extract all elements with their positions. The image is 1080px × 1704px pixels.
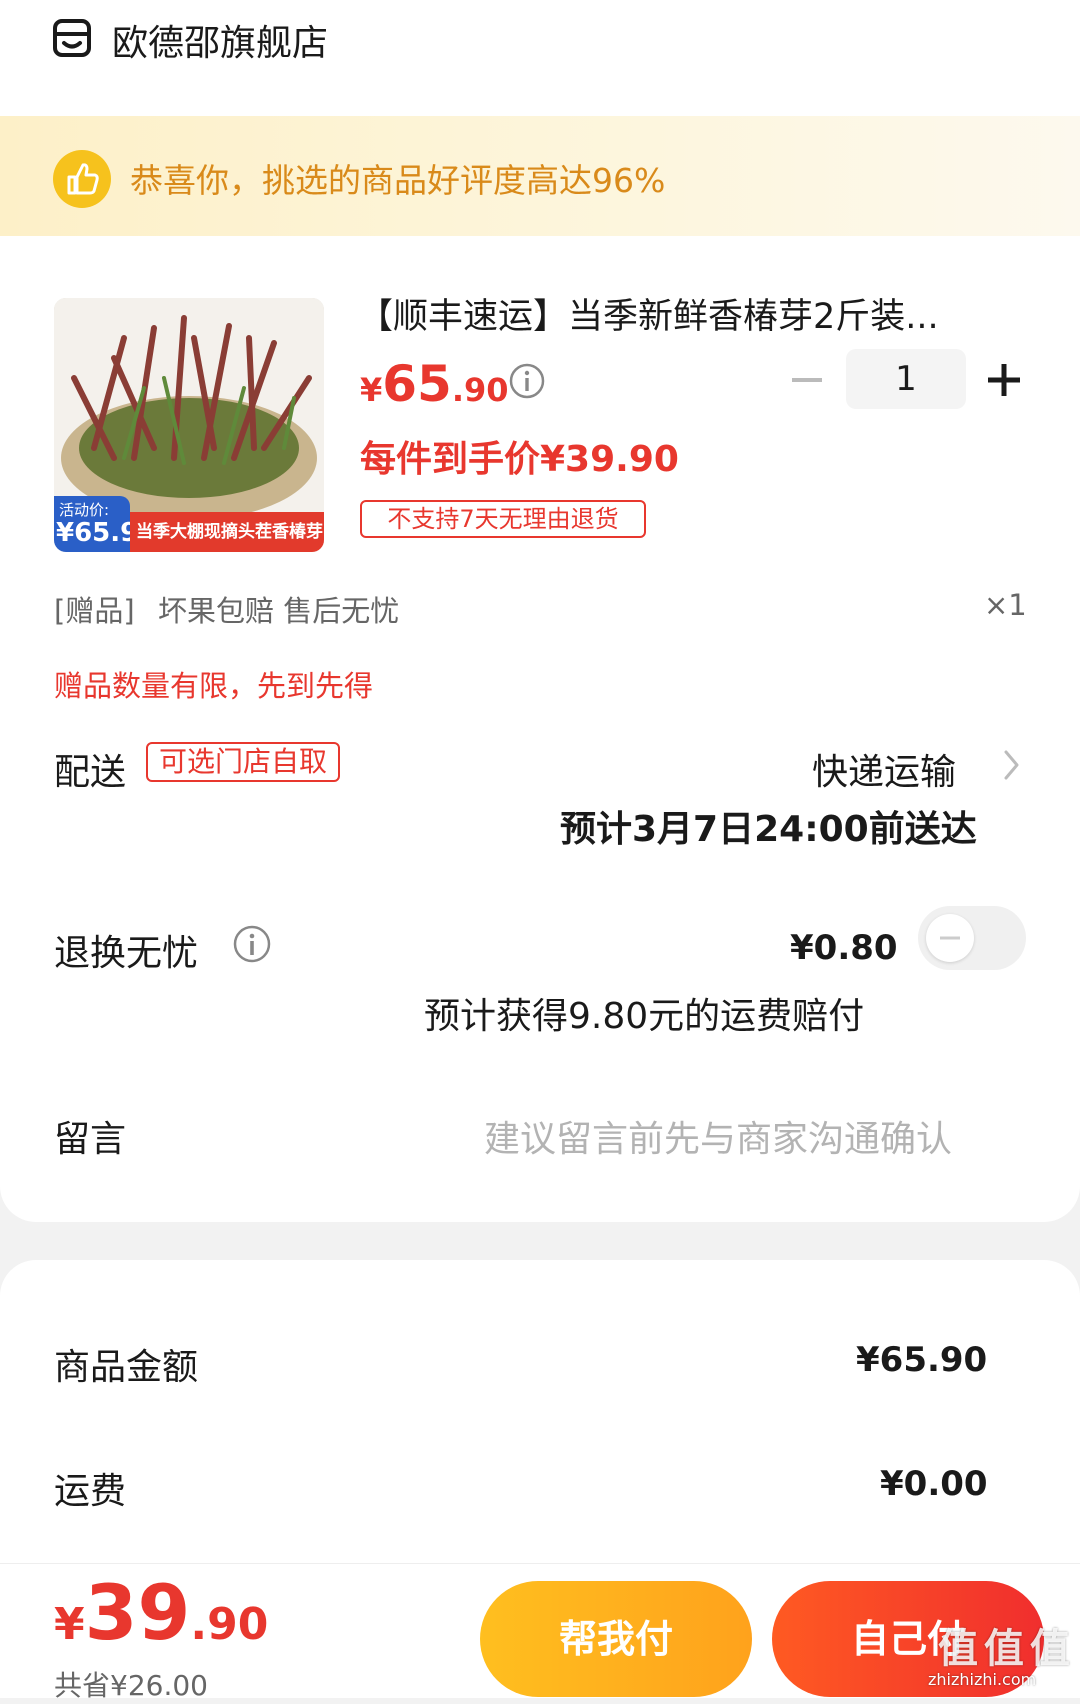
store-pickup-tag[interactable]: 可选门店自取 <box>146 742 340 782</box>
goods-amount-value: ¥65.90 <box>856 1340 988 1380</box>
chevron-right-icon[interactable] <box>1002 748 1022 782</box>
help-pay-button[interactable]: 帮我付 <box>480 1581 752 1697</box>
delivery-label: 配送 <box>54 752 127 793</box>
final-price: 每件到手价¥39.90 <box>360 439 679 480</box>
minus-icon[interactable] <box>790 365 824 395</box>
goods-amount-label: 商品金额 <box>54 1347 199 1388</box>
return-policy-tag: 不支持7天无理由退货 <box>360 500 646 538</box>
returns-desc: 预计获得9.80元的运费赔付 <box>424 996 865 1037</box>
gift-quantity: ×1 <box>984 588 1027 622</box>
gift-notice: 赠品数量有限，先到先得 <box>54 669 374 703</box>
delivery-method[interactable]: 快递运输 <box>812 743 956 795</box>
delivery-eta: 预计3月7日24:00前送达 <box>560 809 977 850</box>
quantity-value[interactable]: 1 <box>846 349 966 409</box>
toggle-knob <box>926 914 974 962</box>
total-price: ¥39.90 <box>54 1568 269 1657</box>
saved-amount: 共省¥26.00 <box>54 1669 208 1702</box>
shipping-label: 运费 <box>54 1471 127 1512</box>
message-label: 留言 <box>54 1119 127 1160</box>
badge-label: 活动价: <box>59 501 110 519</box>
watermark-logo: 值 值 值 <box>938 1626 1070 1672</box>
product-price: ¥65.90 <box>360 355 509 413</box>
product-title[interactable]: 【顺丰速运】当季新鲜香椿芽2斤装... <box>358 288 939 339</box>
returns-info-icon[interactable] <box>232 924 272 964</box>
badge-price: ¥65.9 <box>56 518 139 548</box>
gift-name: 坏果包赔 售后无忧 <box>158 594 400 628</box>
shipping-value: ¥0.00 <box>880 1464 988 1504</box>
store-icon <box>52 18 92 60</box>
promo-text: 恭喜你，挑选的商品好评度高达96% <box>130 161 666 200</box>
product-image[interactable]: 活动价: ¥65.9 当季大棚现摘头茬香椿芽 <box>54 298 324 552</box>
price-info-icon[interactable] <box>508 362 546 400</box>
promo-price-badge: 活动价: ¥65.9 <box>54 496 139 552</box>
returns-label: 退换无忧 <box>54 933 199 974</box>
returns-price: ¥0.80 <box>790 928 898 968</box>
image-caption: 当季大棚现摘头茬香椿芽 <box>130 512 324 552</box>
store-name[interactable]: 欧德邵旗舰店 <box>112 14 328 66</box>
thumbs-up-icon <box>53 150 111 208</box>
returns-toggle[interactable] <box>918 906 1026 970</box>
message-input[interactable]: 建议留言前先与商家沟通确认 <box>484 1110 952 1162</box>
gift-tag: [赠品] <box>54 594 135 628</box>
watermark-url: zhizhizhi.com <box>928 1670 1037 1689</box>
plus-icon[interactable] <box>986 362 1022 398</box>
